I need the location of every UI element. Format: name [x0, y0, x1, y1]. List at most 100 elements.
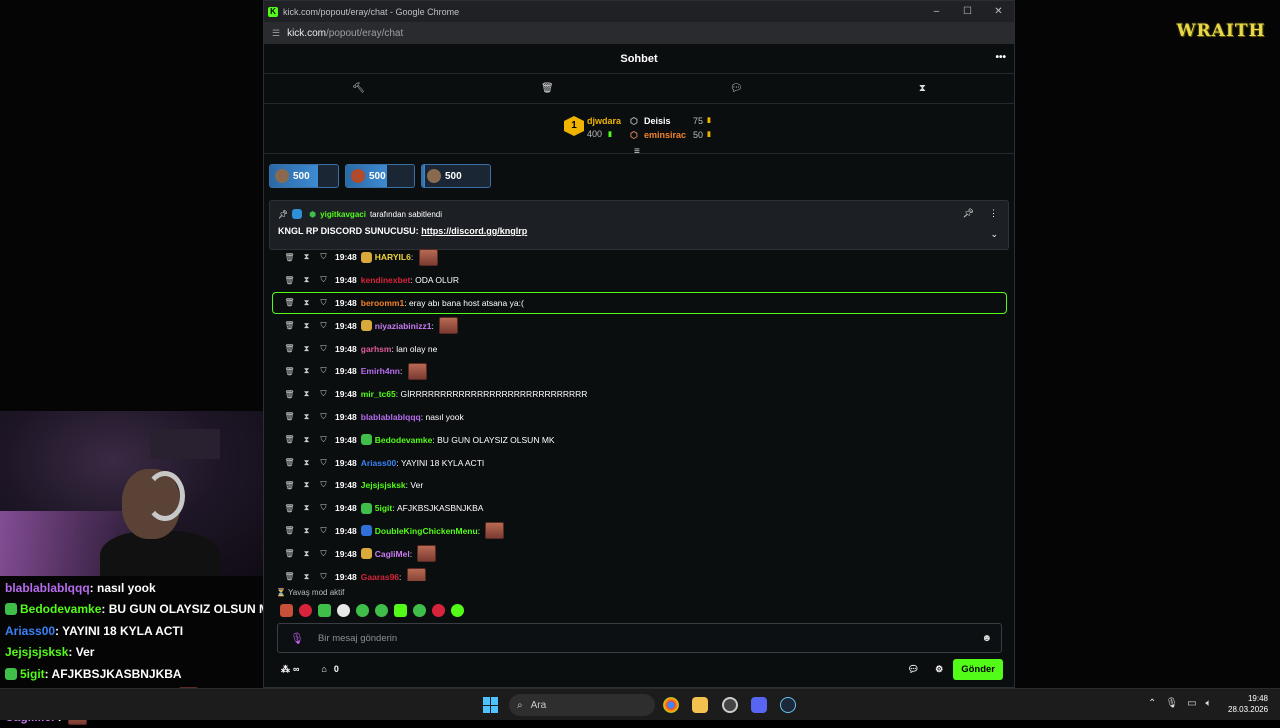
taskbar-search[interactable]: ⌕ Ara	[509, 694, 655, 716]
delete-message-icon[interactable]: 🗑︎	[281, 390, 298, 399]
send-button[interactable]: Gönder	[953, 658, 1003, 680]
kicks-balance-icon[interactable]: ⁂	[281, 664, 290, 675]
message-username[interactable]: Bedodevamke	[375, 435, 433, 445]
volume-icon[interactable]: 🔈︎	[1206, 698, 1212, 709]
timeout-icon[interactable]: ⧗	[298, 526, 315, 536]
monitor-icon[interactable]: ▭	[1187, 698, 1196, 709]
chat-rules-icon[interactable]: 💬︎	[908, 664, 919, 675]
discord-link[interactable]: https://discord.gg/knglrp	[421, 226, 527, 236]
microphone-icon[interactable]: 🎙︎	[290, 632, 304, 645]
message-username[interactable]: Gaaras96	[361, 572, 399, 581]
delete-message-icon[interactable]: 🗑︎	[281, 276, 298, 285]
message-username[interactable]: garhsm	[361, 344, 392, 354]
emote-button[interactable]	[432, 604, 445, 617]
message-username[interactable]: Emirh4nn	[361, 366, 400, 376]
microphone-icon[interactable]: 🎙︎	[1165, 698, 1178, 709]
expand-chevron-icon[interactable]: ⌄	[990, 229, 998, 240]
delete-message-icon[interactable]: 🗑︎	[281, 458, 298, 467]
gavel-icon[interactable]: 🔨︎	[352, 83, 365, 94]
unpin-icon[interactable]: 📌︎	[963, 208, 974, 219]
timeout-icon[interactable]: ⧗	[298, 480, 315, 490]
timeout-icon[interactable]: ⧗	[298, 435, 315, 445]
discord-icon[interactable]	[751, 697, 767, 713]
pinned-more-icon[interactable]: ⋮	[989, 208, 998, 219]
emote-button[interactable]	[318, 604, 331, 617]
timeout-icon[interactable]: ⧗	[298, 321, 315, 331]
delete-message-icon[interactable]: 🗑︎	[281, 526, 298, 535]
message-username[interactable]: Jejsjsjsksk	[361, 480, 406, 490]
delete-message-icon[interactable]: 🗑︎	[281, 504, 298, 513]
trash-icon[interactable]: 🗑︎	[541, 83, 554, 94]
message-text: AFJKBSJKASBNJKBA	[396, 503, 484, 514]
delete-message-icon[interactable]: 🗑︎	[281, 549, 298, 558]
timeout-icon[interactable]: ⧗	[298, 366, 315, 376]
timeout-icon[interactable]: ⧗	[298, 503, 315, 513]
emote-button[interactable]	[356, 604, 369, 617]
message-username[interactable]: beroomm1	[361, 298, 404, 308]
chevron-up-icon[interactable]: ⌃	[1148, 698, 1156, 709]
delete-message-icon[interactable]: 🗑︎	[281, 412, 298, 421]
message-username[interactable]: HARYIL6	[375, 252, 411, 262]
emote-button[interactable]	[337, 604, 350, 617]
overlay-username: Bedodevamke	[20, 602, 102, 617]
message-username[interactable]: mir_tc65	[361, 389, 396, 399]
taskbar: ⌕ Ara ⌃ 🎙︎ ▭ 🔈︎ 19:48 28.03.2026	[0, 688, 1280, 720]
timeout-icon[interactable]: ⧗	[298, 298, 315, 308]
delete-message-icon[interactable]: 🗑︎	[281, 298, 298, 307]
message-username[interactable]: Ariass00	[361, 458, 396, 468]
hourglass-icon[interactable]: ⧗	[919, 83, 926, 94]
message-username[interactable]: kendinexbet	[361, 275, 411, 285]
timeout-icon[interactable]: ⧗	[298, 389, 315, 399]
emote-button[interactable]	[280, 604, 293, 617]
clock[interactable]: 19:48 28.03.2026	[1228, 693, 1268, 715]
message-input[interactable]: 🎙︎ Bir mesaj gönderin ☻	[277, 623, 1002, 653]
timeout-icon[interactable]: ⧗	[298, 572, 315, 581]
site-info-icon[interactable]: ☰	[272, 28, 280, 39]
overlay-chat-line: Bedodevamke: BU GUN OLAYSIZ OLSUN MK	[5, 599, 278, 621]
steam-icon[interactable]	[780, 697, 796, 713]
gift-box-icon[interactable]: ⌂	[321, 664, 326, 674]
delete-message-icon[interactable]: 🗑︎	[281, 435, 298, 444]
delete-message-icon[interactable]: 🗑︎	[281, 367, 298, 376]
gift-goal[interactable]: 500	[345, 164, 415, 188]
file-explorer-icon[interactable]	[692, 697, 708, 713]
pinned-by-user[interactable]: yigitkavgaci	[320, 210, 366, 219]
emoji-icon[interactable]: ☻	[981, 633, 992, 644]
timeout-icon[interactable]: ⧗	[298, 412, 315, 422]
timeout-icon[interactable]: ⧗	[298, 252, 315, 262]
chat-bubble-icon[interactable]: 💬︎	[730, 83, 743, 94]
maximize-button[interactable]: ☐	[952, 6, 983, 17]
start-button[interactable]	[483, 697, 499, 713]
timeout-icon[interactable]: ⧗	[298, 549, 315, 559]
delete-message-icon[interactable]: 🗑︎	[281, 481, 298, 490]
more-options-icon[interactable]: •••	[995, 52, 1006, 63]
mod-toolbar: 🔨︎ 🗑︎ 💬︎ ⧗	[264, 74, 1014, 104]
message-username[interactable]: 5igit	[375, 503, 392, 513]
browser-window: K kick.com/popout/eray/chat - Google Chr…	[263, 0, 1015, 688]
emote-button[interactable]	[375, 604, 388, 617]
message-username[interactable]: blablablablqqq	[361, 412, 421, 422]
timeout-icon[interactable]: ⧗	[298, 344, 315, 354]
delete-message-icon[interactable]: 🗑︎	[281, 321, 298, 330]
window-title: kick.com/popout/eray/chat - Google Chrom…	[283, 6, 460, 17]
gift-goal[interactable]: 500	[421, 164, 491, 188]
message-username[interactable]: DoubleKingChickenMenu	[375, 526, 478, 536]
emote-button[interactable]	[299, 604, 312, 617]
delete-message-icon[interactable]: 🗑︎	[281, 253, 298, 262]
gift-goal[interactable]: 500	[269, 164, 339, 188]
settings-gear-icon[interactable]: ⚙	[935, 664, 943, 675]
close-button[interactable]: ✕	[983, 6, 1014, 17]
message-username[interactable]: niyaziabinizz1	[375, 321, 432, 331]
emote-button[interactable]	[413, 604, 426, 617]
chrome-icon[interactable]	[663, 697, 679, 713]
message-username[interactable]: CagliMel	[375, 549, 410, 559]
app-icon[interactable]	[722, 697, 738, 713]
delete-message-icon[interactable]: 🗑︎	[281, 572, 298, 581]
emote-button[interactable]	[394, 604, 407, 617]
timeout-icon[interactable]: ⧗	[298, 275, 315, 285]
address-bar[interactable]: ☰ kick.com/popout/eray/chat	[264, 22, 1014, 44]
delete-message-icon[interactable]: 🗑︎	[281, 344, 298, 353]
minimize-button[interactable]: –	[921, 6, 952, 17]
timeout-icon[interactable]: ⧗	[298, 458, 315, 468]
emote-button[interactable]	[451, 604, 464, 617]
